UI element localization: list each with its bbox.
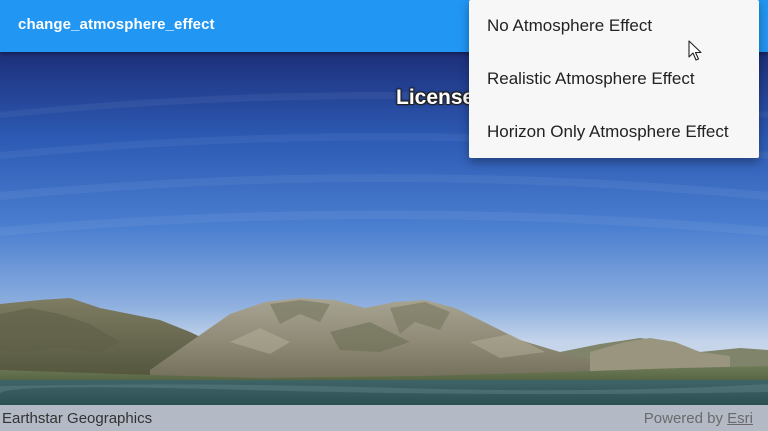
app-window: change_atmosphere_effect License Earthst… xyxy=(0,0,768,431)
mouse-pointer-icon xyxy=(688,40,702,61)
esri-link[interactable]: Esri xyxy=(727,410,753,427)
menu-item-label: Horizon Only Atmosphere Effect xyxy=(487,122,729,141)
menu-item-realistic-atmosphere[interactable]: Realistic Atmosphere Effect xyxy=(469,53,759,106)
menu-item-no-atmosphere[interactable]: No Atmosphere Effect xyxy=(469,0,759,53)
app-title: change_atmosphere_effect xyxy=(18,16,215,33)
menu-item-label: No Atmosphere Effect xyxy=(487,16,653,35)
powered-by-prefix: Powered by xyxy=(643,410,728,427)
attribution-bar: Earthstar Geographics Powered by Esri xyxy=(0,405,768,431)
powered-by-text: Powered by Esri xyxy=(644,410,753,427)
menu-item-horizon-only-atmosphere[interactable]: Horizon Only Atmosphere Effect xyxy=(469,106,759,159)
menu-item-label: Realistic Atmosphere Effect xyxy=(487,69,695,88)
atmosphere-effect-menu: No Atmosphere Effect Realistic Atmospher… xyxy=(469,0,759,158)
license-watermark: License xyxy=(396,86,475,109)
attribution-text: Earthstar Geographics xyxy=(2,410,153,427)
